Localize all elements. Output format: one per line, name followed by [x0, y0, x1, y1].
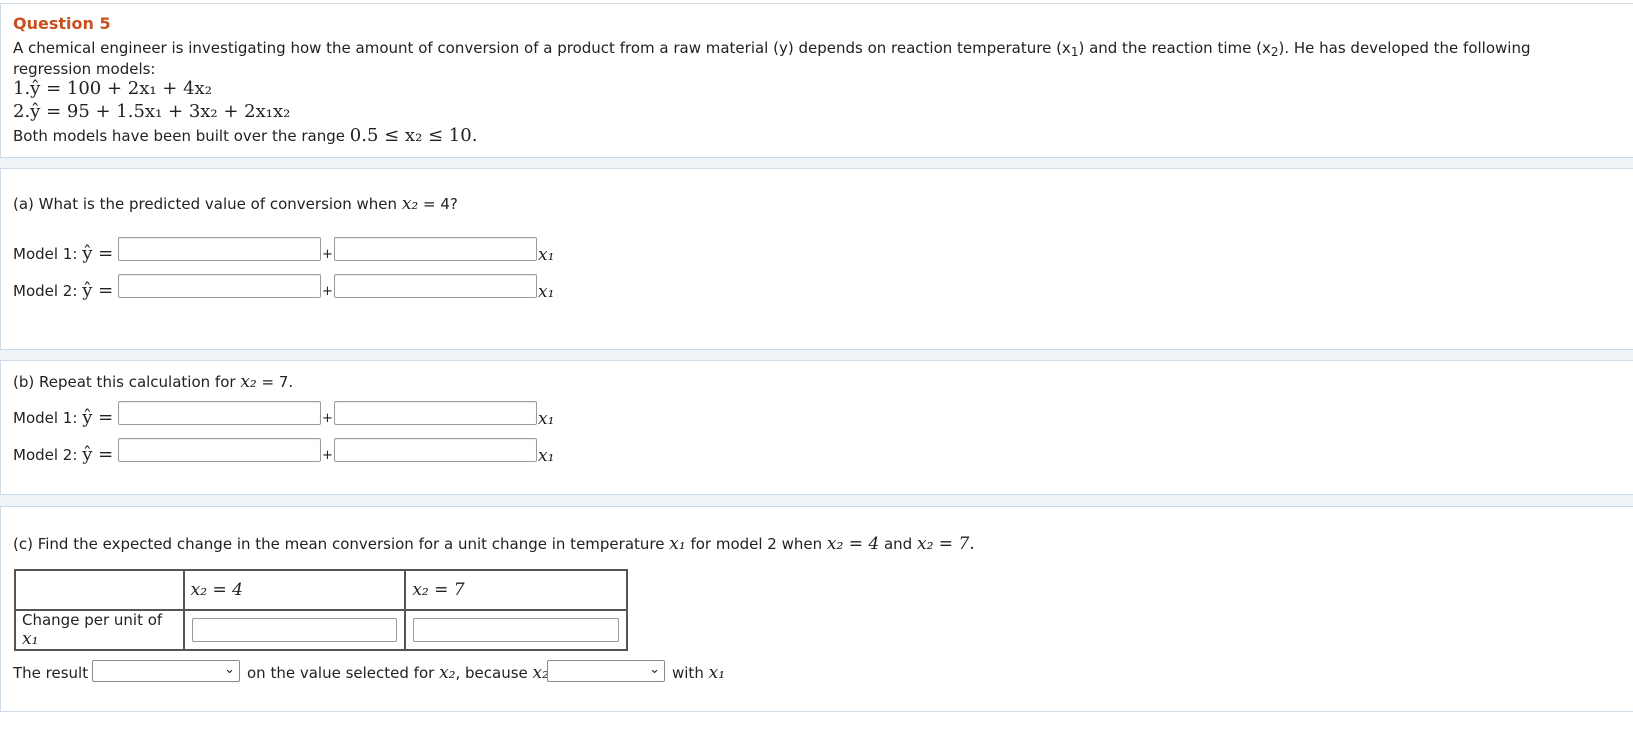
range-statement: Both models have been built over the ran… [13, 125, 478, 146]
result-dependency-select[interactable]: ⌄ [92, 660, 240, 682]
panel-gap [0, 350, 1633, 360]
change-x2-4-input[interactable] [191, 618, 398, 642]
part-a-model2-intercept-input[interactable] [118, 274, 321, 298]
interaction-reason-select[interactable]: ⌄ [547, 660, 665, 682]
plus-sign: + [322, 448, 333, 463]
part-b-model2-label: Model 2: ŷ = [13, 444, 114, 465]
model-2-equation: 2.ŷ = 95 + 1.5x₁ + 3x₂ + 2x₁x₂ [13, 101, 291, 122]
part-a-model1-label: Model 1: ŷ = [13, 243, 114, 264]
change-table: x₂ = 4 x₂ = 7 Change per unit of x₁ [14, 569, 628, 651]
table-row-label: Change per unit of x₁ [14, 609, 185, 651]
part-a-model2-slope-input[interactable] [334, 274, 537, 298]
x1-variable: x₁ [538, 282, 555, 302]
part-c-prompt: (c) Find the expected change in the mean… [13, 534, 975, 554]
table-header-row: x₂ = 4 x₂ = 7 [14, 569, 628, 611]
question-intro-line2: regression models: [13, 60, 156, 78]
model-1-equation: 1.ŷ = 100 + 2x₁ + 4x₂ [13, 78, 212, 99]
part-b-model1-label: Model 1: ŷ = [13, 407, 114, 428]
table-header-x2-7: x₂ = 7 [404, 569, 628, 611]
table-corner-cell [14, 569, 185, 611]
part-a-model2-label: Model 2: ŷ = [13, 280, 114, 301]
plus-sign: + [322, 284, 333, 299]
plus-sign: + [322, 247, 333, 262]
part-b-model1-slope-input[interactable] [334, 401, 537, 425]
question-intro: A chemical engineer is investigating how… [13, 39, 1531, 59]
result-end-text: with x₁ [672, 663, 726, 683]
part-b-model2-slope-input[interactable] [334, 438, 537, 462]
chevron-down-icon: ⌄ [649, 662, 660, 677]
part-b-model2-intercept-input[interactable] [118, 438, 321, 462]
panel-gap [0, 158, 1633, 168]
table-cell [404, 609, 628, 651]
change-x2-7-input[interactable] [413, 618, 619, 642]
part-a-model1-intercept-input[interactable] [118, 237, 321, 261]
x1-variable: x₁ [538, 446, 555, 466]
x1-variable: x₁ [538, 245, 555, 265]
part-a-prompt: (a) What is the predicted value of conve… [13, 194, 458, 214]
table-header-x2-4: x₂ = 4 [182, 569, 407, 611]
chevron-down-icon: ⌄ [224, 662, 235, 677]
part-a-model1-slope-input[interactable] [334, 237, 537, 261]
part-b-prompt: (b) Repeat this calculation for x₂ = 7. [13, 372, 294, 392]
panel-gap [0, 495, 1633, 506]
result-prefix: The result [13, 664, 89, 682]
result-middle-text: on the value selected for x₂, because x₂ [247, 663, 549, 683]
x1-variable: x₁ [538, 409, 555, 429]
question-title: Question 5 [13, 14, 111, 33]
plus-sign: + [322, 411, 333, 426]
part-b-model1-intercept-input[interactable] [118, 401, 321, 425]
table-cell [182, 609, 407, 651]
table-row: Change per unit of x₁ [14, 609, 628, 651]
